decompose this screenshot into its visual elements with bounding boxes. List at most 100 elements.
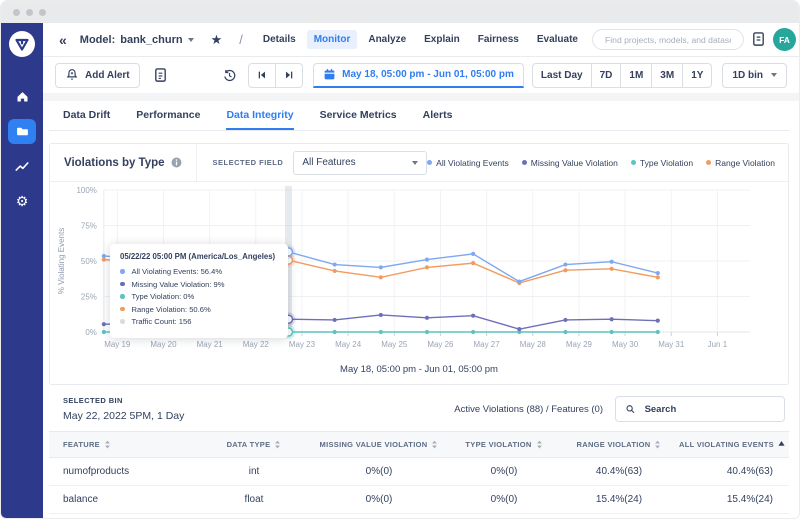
table-row[interactable]: numofproductsint0%(0)0%(0)40.4%(63)40.4%… xyxy=(49,458,789,486)
history-button[interactable] xyxy=(219,63,240,88)
nav-tab-analyze[interactable]: Analyze xyxy=(361,30,413,49)
selected-bin-value: May 22, 2022 5PM, 1 Day xyxy=(63,410,184,422)
model-label: Model: xyxy=(80,34,115,46)
bin-size-dropdown[interactable]: 1D bin xyxy=(722,63,787,88)
table-row[interactable]: balancefloat0%(0)0%(0)15.4%(24)15.4%(24) xyxy=(49,486,789,514)
legend-dot xyxy=(522,160,527,165)
sidebar-item-projects[interactable] xyxy=(8,119,36,144)
avatar[interactable]: FA xyxy=(773,28,796,51)
global-search[interactable] xyxy=(592,29,744,50)
feature-select-value: All Features xyxy=(302,157,355,168)
date-range-button[interactable]: May 18, 05:00 pm - Jun 01, 05:00 pm xyxy=(313,63,524,88)
tab-alerts[interactable]: Alerts xyxy=(423,101,453,130)
sidebar-item-settings[interactable]: ⚙ xyxy=(8,189,36,214)
tab-data-integrity[interactable]: Data Integrity xyxy=(226,101,293,130)
nav-tab-monitor[interactable]: Monitor xyxy=(307,30,358,49)
fiddler-logo[interactable] xyxy=(1,23,43,65)
add-alert-label: Add Alert xyxy=(85,70,130,81)
svg-text:May 24: May 24 xyxy=(335,340,362,349)
table-cell: numofproducts xyxy=(49,466,199,477)
legend-item-missing-value-violation[interactable]: Missing Value Violation xyxy=(522,158,618,168)
svg-text:May 28: May 28 xyxy=(520,340,547,349)
svg-text:May 27: May 27 xyxy=(474,340,501,349)
column-header-label: FEATURE xyxy=(63,440,100,449)
svg-text:May 30: May 30 xyxy=(612,340,639,349)
svg-text:May 21: May 21 xyxy=(197,340,224,349)
legend-label: Type Violation xyxy=(640,158,693,168)
window-titlebar xyxy=(1,1,799,23)
chevron-down-icon xyxy=(771,73,777,77)
column-header-feature[interactable]: FEATURE xyxy=(49,440,199,449)
chart-area[interactable]: 0%25%50%75%100%May 19May 20May 21May 22M… xyxy=(50,182,788,364)
tooltip-item-label: All Violating Events: 56.4% xyxy=(132,267,223,276)
info-icon[interactable] xyxy=(171,157,182,168)
calendar-icon xyxy=(323,68,336,81)
folder-icon xyxy=(15,124,30,139)
monitor-subtabs: Data Drift Performance Data Integrity Servi… xyxy=(49,101,789,131)
nav-tab-explain[interactable]: Explain xyxy=(417,30,467,49)
legend-item-type-violation[interactable]: Type Violation xyxy=(631,158,693,168)
tooltip-dot xyxy=(120,282,125,287)
tooltip-item: Traffic Count: 156 xyxy=(120,317,278,326)
bin-size-label: 1D bin xyxy=(732,70,763,81)
app-root: ⚙ « Model: bank_churn ★ / DetailsMonitor… xyxy=(1,23,799,519)
feature-select[interactable]: All Features xyxy=(293,151,427,175)
tooltip-item-label: Traffic Count: 156 xyxy=(132,317,192,326)
add-alert-button[interactable]: Add Alert xyxy=(55,63,140,88)
svg-text:May 29: May 29 xyxy=(566,340,593,349)
legend-item-all-violating-events[interactable]: All Violating Events xyxy=(427,158,509,168)
report-button[interactable] xyxy=(150,63,171,88)
tab-service-metrics[interactable]: Service Metrics xyxy=(320,101,397,130)
window-control-dot[interactable] xyxy=(39,9,46,16)
tab-data-drift[interactable]: Data Drift xyxy=(63,101,110,130)
sort-icon xyxy=(274,440,281,449)
svg-text:May 25: May 25 xyxy=(381,340,408,349)
favorite-star-icon[interactable]: ★ xyxy=(211,33,223,46)
legend-dot xyxy=(631,160,636,165)
feature-search-input[interactable] xyxy=(643,403,775,416)
previous-bin-button[interactable] xyxy=(248,63,276,88)
docs-button[interactable] xyxy=(751,31,766,48)
svg-text:25%: 25% xyxy=(81,292,97,301)
column-header-missing-value-violation[interactable]: MISSING VALUE VIOLATION xyxy=(309,440,449,449)
legend-item-range-violation[interactable]: Range Violation xyxy=(706,158,775,168)
tooltip-item: All Violating Events: 56.4% xyxy=(120,267,278,276)
legend-label: Range Violation xyxy=(715,158,775,168)
global-search-input[interactable] xyxy=(603,34,733,46)
monitor-content: Data Drift Performance Data Integrity Servi… xyxy=(43,101,799,519)
nav-tab-details[interactable]: Details xyxy=(256,30,303,49)
nav-tab-fairness[interactable]: Fairness xyxy=(471,30,526,49)
next-bin-button[interactable] xyxy=(276,63,303,88)
model-selector[interactable]: Model: bank_churn xyxy=(80,34,194,46)
column-header-type-violation[interactable]: TYPE VIOLATION xyxy=(449,440,559,449)
sidebar-item-home[interactable] xyxy=(8,84,36,109)
nav-tab-evaluate[interactable]: Evaluate xyxy=(530,30,585,49)
tooltip-item: Type Violation: 0% xyxy=(120,292,278,301)
feature-search[interactable] xyxy=(615,396,785,422)
range-button-1m[interactable]: 1M xyxy=(621,63,652,88)
range-button-1y[interactable]: 1Y xyxy=(683,63,712,88)
home-icon xyxy=(15,89,30,104)
column-header-range-violation[interactable]: RANGE VIOLATION xyxy=(559,440,679,449)
breadcrumb-separator: / xyxy=(239,32,243,47)
history-clock-icon xyxy=(222,68,237,83)
range-button-3m[interactable]: 3M xyxy=(652,63,683,88)
selected-field-label: SELECTED FIELD xyxy=(213,158,284,167)
report-document-icon xyxy=(153,67,168,84)
window-control-dot[interactable] xyxy=(13,9,20,16)
column-header-all-violating-events[interactable]: ALL VIOLATING EVENTS xyxy=(679,440,800,449)
panel-title-cell: Violations by Type xyxy=(50,144,197,181)
sort-icon xyxy=(431,440,438,449)
svg-text:75%: 75% xyxy=(81,221,97,230)
range-button-last-day[interactable]: Last Day xyxy=(532,63,592,88)
sidebar-item-charts[interactable] xyxy=(8,154,36,179)
window-control-dot[interactable] xyxy=(26,9,33,16)
table-cell: 0%(0) xyxy=(309,494,449,505)
tooltip-title: 05/22/22 05:00 PM (America/Los_Angeles) xyxy=(120,252,278,261)
tab-performance[interactable]: Performance xyxy=(136,101,200,130)
skip-previous-icon xyxy=(256,69,268,81)
range-button-7d[interactable]: 7D xyxy=(592,63,622,88)
sidebar: ⚙ xyxy=(1,23,43,519)
column-header-data-type[interactable]: DATA TYPE xyxy=(199,440,309,449)
collapse-sidebar-icon[interactable]: « xyxy=(59,33,67,47)
